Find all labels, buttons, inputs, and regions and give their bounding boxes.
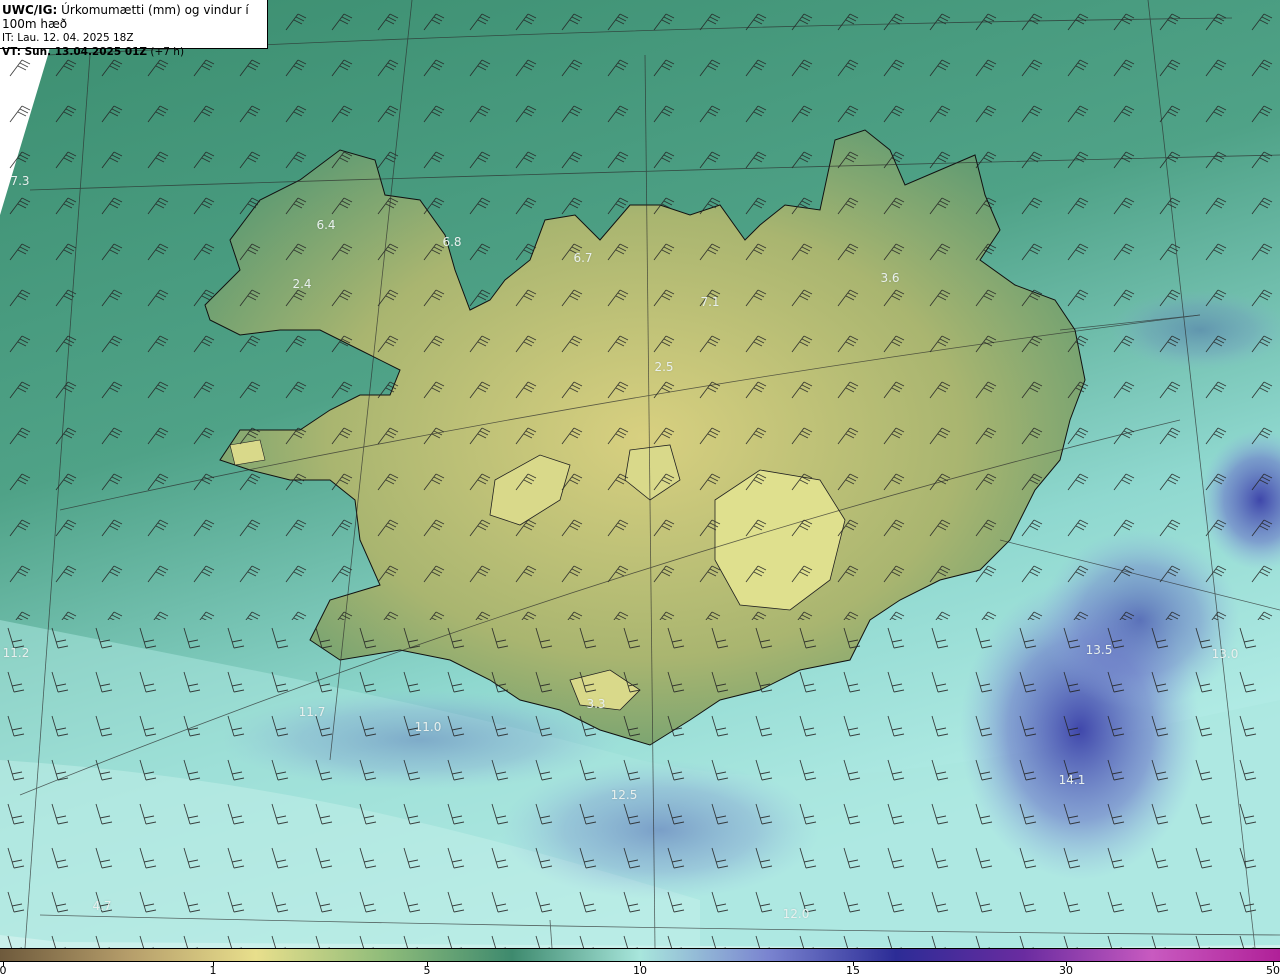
weather-map: 7.3 6.4 6.8 6.7 2.4 7.1 3.6 2.5 11.2 11.… xyxy=(0,0,1280,948)
value-label: 14.1 xyxy=(1058,773,1086,787)
value-label: 4.7 xyxy=(92,899,112,913)
value-label: 7.3 xyxy=(10,174,30,188)
value-label: 11.2 xyxy=(2,646,30,660)
colorbar-tick-label: 1 xyxy=(209,964,217,977)
value-label: 11.0 xyxy=(414,720,442,734)
value-label: 11.7 xyxy=(298,705,326,719)
value-label: 3.3 xyxy=(586,697,606,711)
init-time: IT: Lau. 12. 04. 2025 18Z xyxy=(2,32,134,44)
colorbar-tick-label: 0 xyxy=(0,964,7,977)
wind-barbs-south xyxy=(0,620,1280,948)
value-label: 2.4 xyxy=(292,277,312,291)
map-canvas xyxy=(0,0,1280,948)
valid-time: Sun. 13.04.2025 01Z xyxy=(24,46,148,58)
valid-time-line: VT: Sun. 13.04.2025 01Z (+7 h) xyxy=(2,45,267,59)
value-label: 6.4 xyxy=(316,218,336,232)
value-label: 12.0 xyxy=(782,907,810,921)
colorbar: 0 1 5 10 15 30 50 xyxy=(0,948,1280,978)
value-label: 2.5 xyxy=(654,360,674,374)
value-label: 6.8 xyxy=(442,235,462,249)
colorbar-tick-label: 50 xyxy=(1266,964,1280,977)
colorbar-tick-label: 30 xyxy=(1059,964,1073,977)
wind-barbs-north xyxy=(0,0,1280,620)
value-label: 6.7 xyxy=(573,251,593,265)
colorbar-tick-label: 15 xyxy=(846,964,860,977)
value-label: 7.1 xyxy=(700,295,720,309)
lead-time: (+7 h) xyxy=(147,46,185,58)
value-label: 3.6 xyxy=(880,271,900,285)
value-label: 13.0 xyxy=(1211,647,1239,661)
map-info-box: UWC/IG: Úrkomumætti (mm) og vindur í 100… xyxy=(0,0,268,58)
colorbar-strip xyxy=(0,948,1280,962)
colorbar-tick-label: 10 xyxy=(633,964,647,977)
model-name: UWC/IG: xyxy=(2,3,58,17)
colorbar-tick-label: 5 xyxy=(423,964,431,977)
value-label: 12.5 xyxy=(610,788,638,802)
map-title: UWC/IG: Úrkomumætti (mm) og vindur í 100… xyxy=(2,3,267,31)
value-label: 13.5 xyxy=(1085,643,1113,657)
valid-prefix: VT: xyxy=(2,46,25,58)
